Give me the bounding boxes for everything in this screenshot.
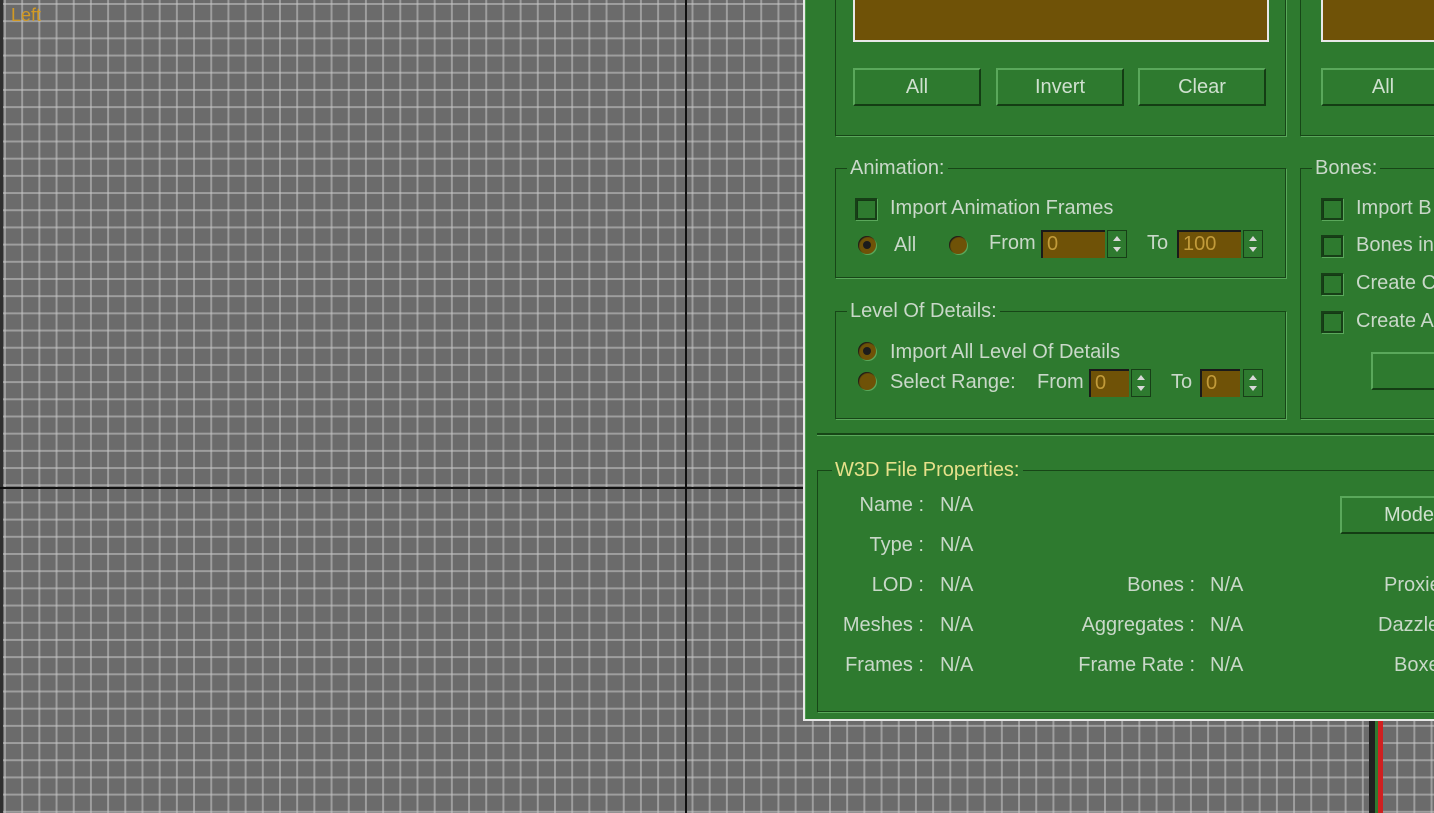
lod-from-field[interactable]: 0 [1089,369,1129,397]
lod-from-spinner[interactable] [1131,369,1151,397]
type-label: Type : [869,534,924,556]
bones-action-button[interactable] [1371,352,1434,390]
selection-list[interactable] [853,0,1269,42]
w3d-import-dialog: All Invert Clear All Animation: Import A… [803,0,1434,721]
lod-group-title: Level Of Details: [847,298,1000,324]
level-of-details-group: Level Of Details: Import All Level Of De… [835,298,1286,419]
selection-group: All Invert Clear [835,0,1286,136]
right-selection-group: All [1300,0,1434,136]
frames-label: Frames : [845,654,924,676]
animation-from-label: From [989,232,1036,254]
select-range-radio[interactable] [858,372,876,390]
section-separator [817,433,1434,435]
name-label: Name : [859,494,924,516]
animation-to-spinner[interactable] [1243,230,1263,258]
lod-count-value: N/A [940,574,974,596]
select-all-button[interactable]: All [853,68,981,106]
boxes-label: Boxe [1394,654,1434,676]
file-properties-title: W3D File Properties: [832,457,1023,483]
lod-from-label: From [1037,371,1084,393]
import-animation-frames-checkbox[interactable] [855,198,877,220]
bones-option-checkbox-1[interactable] [1321,198,1343,220]
bones-option-label-1: Import B [1356,197,1432,219]
lod-count-label: LOD : [871,574,924,596]
lod-to-field[interactable]: 0 [1200,369,1240,397]
bones-count-value: N/A [1210,574,1244,596]
animation-all-radio[interactable] [858,236,876,254]
w3d-file-properties-group: W3D File Properties: Mode Name : N/A Typ… [817,457,1434,712]
lod-to-spinner[interactable] [1243,369,1263,397]
right-selection-list[interactable] [1321,0,1434,42]
import-all-lod-radio[interactable] [858,342,876,360]
bones-option-label-4: Create A [1356,310,1434,332]
frame-rate-value: N/A [1210,654,1244,676]
animation-group-title: Animation: [847,155,948,181]
select-range-label: Select Range: [890,371,1016,393]
invert-selection-button[interactable]: Invert [996,68,1124,106]
right-select-all-button[interactable]: All [1321,68,1434,106]
import-all-lod-label: Import All Level Of Details [890,341,1121,363]
lod-to-label: To [1171,371,1193,393]
model-button[interactable]: Mode [1340,496,1434,534]
aggregates-label: Aggregates : [1081,614,1195,636]
animation-to-field[interactable]: 100 [1177,230,1241,258]
bones-option-label-3: Create C [1356,272,1434,294]
bones-option-label-2: Bones in [1356,234,1434,256]
animation-to-label: To [1147,232,1169,254]
viewport-border [0,0,3,813]
bones-count-label: Bones : [1127,574,1195,596]
frame-rate-label: Frame Rate : [1078,654,1195,676]
bones-group-title: Bones: [1312,155,1381,181]
animation-all-label: All [894,234,917,256]
frames-value: N/A [940,654,974,676]
animation-range-radio[interactable] [949,236,967,254]
animation-from-spinner[interactable] [1107,230,1127,258]
animation-from-field[interactable]: 0 [1041,230,1105,258]
bones-option-checkbox-4[interactable] [1321,311,1343,333]
dazzles-label: Dazzle [1378,614,1434,636]
clear-selection-button[interactable]: Clear [1138,68,1266,106]
viewport-label[interactable]: Left [11,5,41,26]
bones-option-checkbox-2[interactable] [1321,235,1343,257]
aggregates-value: N/A [1210,614,1244,636]
horizontal-axis-line [0,487,803,489]
proxies-label: Proxie [1384,574,1434,596]
name-value: N/A [940,494,974,516]
bones-group: Bones: Import B Bones in Create C Create… [1300,155,1434,419]
meshes-label: Meshes : [842,614,924,636]
vertical-axis-line [685,0,687,813]
animation-group: Animation: Import Animation Frames All F… [835,155,1286,278]
import-animation-frames-label: Import Animation Frames [890,197,1114,219]
type-value: N/A [940,534,974,556]
bones-option-checkbox-3[interactable] [1321,273,1343,295]
time-slider-marker [1378,719,1383,813]
meshes-value: N/A [940,614,974,636]
